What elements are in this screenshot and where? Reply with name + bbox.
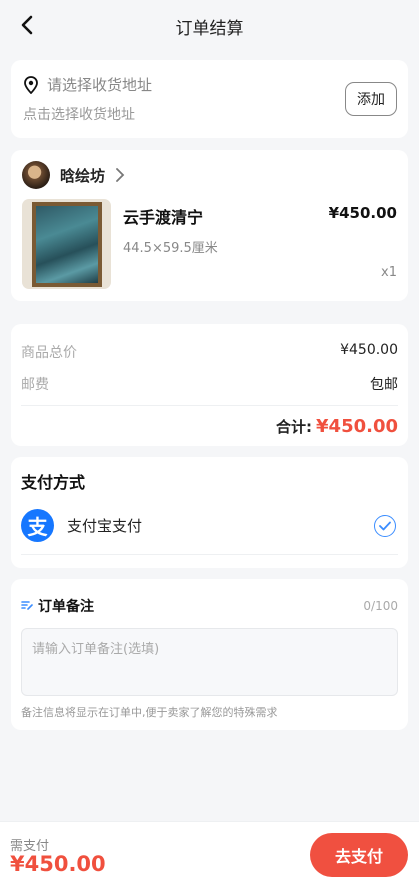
product-row[interactable]: 云手渡清宁 44.5×59.5厘米 ¥450.00 x1	[22, 199, 397, 290]
back-button[interactable]	[14, 12, 40, 38]
shipping-label: 邮费	[21, 377, 49, 393]
nav-header: 订单结算	[0, 0, 419, 52]
address-subtext: 点击选择收货地址	[23, 107, 135, 123]
pay-button[interactable]: 去支付	[310, 833, 408, 877]
shipping-value: 包邮	[370, 377, 398, 393]
address-placeholder: 请选择收货地址	[47, 76, 153, 94]
add-address-button[interactable]: 添加	[345, 82, 397, 116]
remark-hint: 备注信息将显示在订单中,便于卖家了解您的特殊需求	[21, 706, 278, 719]
product-thumbnail	[22, 199, 111, 289]
alipay-icon: 支	[21, 509, 54, 542]
due-amount: ¥450.00	[10, 852, 106, 876]
page-title: 订单结算	[175, 18, 244, 39]
remark-title: 订单备注	[38, 599, 94, 615]
order-item-card: 晗绘坊 云手渡清宁 44.5×59.5厘米 ¥450.00 x1	[11, 150, 408, 301]
price-summary-card: 商品总价 ¥450.00 邮费 包邮 合计: ¥450.00	[11, 324, 408, 446]
product-quantity: x1	[381, 265, 397, 280]
product-spec: 44.5×59.5厘米	[123, 241, 218, 256]
address-card[interactable]: 请选择收货地址 点击选择收货地址 添加	[11, 60, 408, 138]
chevron-right-icon	[116, 168, 125, 182]
selected-check-icon[interactable]	[374, 514, 396, 537]
shop-avatar	[22, 161, 50, 189]
shop-header[interactable]: 晗绘坊	[22, 160, 397, 190]
order-remark-card: 订单备注 0/100 请输入订单备注(选填) 备注信息将显示在订单中,便于卖家了…	[11, 579, 408, 730]
total-value: ¥450.00	[316, 416, 398, 437]
total-label: 合计:	[276, 418, 313, 436]
payment-section-title: 支付方式	[21, 473, 86, 492]
location-pin-icon	[24, 75, 38, 94]
shop-name: 晗绘坊	[60, 166, 106, 185]
payment-option-alipay[interactable]: 支 支付宝支付	[21, 509, 398, 555]
payment-method-name: 支付宝支付	[67, 517, 143, 535]
product-price: ¥450.00	[328, 204, 397, 222]
checkout-bar: 需支付 ¥450.00 去支付	[0, 821, 419, 884]
edit-note-icon	[21, 599, 33, 613]
divider	[21, 405, 398, 406]
goods-total-value: ¥450.00	[340, 342, 398, 358]
chevron-left-icon	[21, 15, 33, 35]
remark-textarea[interactable]: 请输入订单备注(选填)	[21, 628, 398, 696]
goods-total-label: 商品总价	[21, 345, 77, 361]
payment-method-card: 支付方式 支 支付宝支付	[11, 457, 408, 568]
remark-char-count: 0/100	[363, 599, 398, 613]
